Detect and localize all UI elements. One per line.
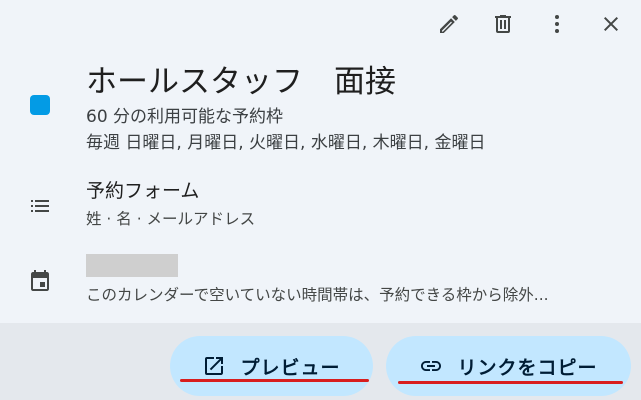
copy-link-button-label: リンクをコピー — [457, 356, 598, 379]
calendar-description: このカレンダーで空いていない時間帯は、予約できる枠から除外... — [86, 286, 549, 304]
open-in-new-icon — [205, 357, 224, 375]
edit-button[interactable] — [433, 8, 465, 40]
preview-underline-annotation — [180, 379, 369, 382]
copy-link-button[interactable]: リンクをコピー — [386, 336, 631, 396]
availability-text: 60 分の利用可能な予約枠 — [86, 107, 284, 127]
booking-form-fields: 姓 · 名 · メールアドレス — [86, 210, 256, 228]
toolbar — [433, 8, 627, 40]
preview-button[interactable]: プレビュー — [170, 336, 373, 396]
close-icon — [604, 17, 618, 31]
pencil-icon — [440, 14, 459, 34]
calendar-icon — [31, 270, 49, 291]
delete-button[interactable] — [487, 8, 519, 40]
event-title: ホールスタッフ 面接 — [86, 64, 396, 100]
recurrence-text: 毎週 日曜日, 月曜日, 火曜日, 水曜日, 木曜日, 金曜日 — [86, 133, 486, 153]
link-icon — [421, 361, 442, 371]
more-vert-icon — [555, 15, 559, 33]
more-options-button[interactable] — [541, 8, 573, 40]
list-icon — [31, 200, 49, 212]
close-button[interactable] — [595, 8, 627, 40]
booking-form-title: 予約フォーム — [86, 180, 200, 202]
copy-link-underline-annotation — [398, 381, 623, 384]
calendar-name-redacted — [86, 254, 178, 277]
trash-icon — [495, 15, 511, 33]
event-color-indicator — [30, 95, 50, 115]
preview-button-label: プレビュー — [240, 356, 341, 379]
